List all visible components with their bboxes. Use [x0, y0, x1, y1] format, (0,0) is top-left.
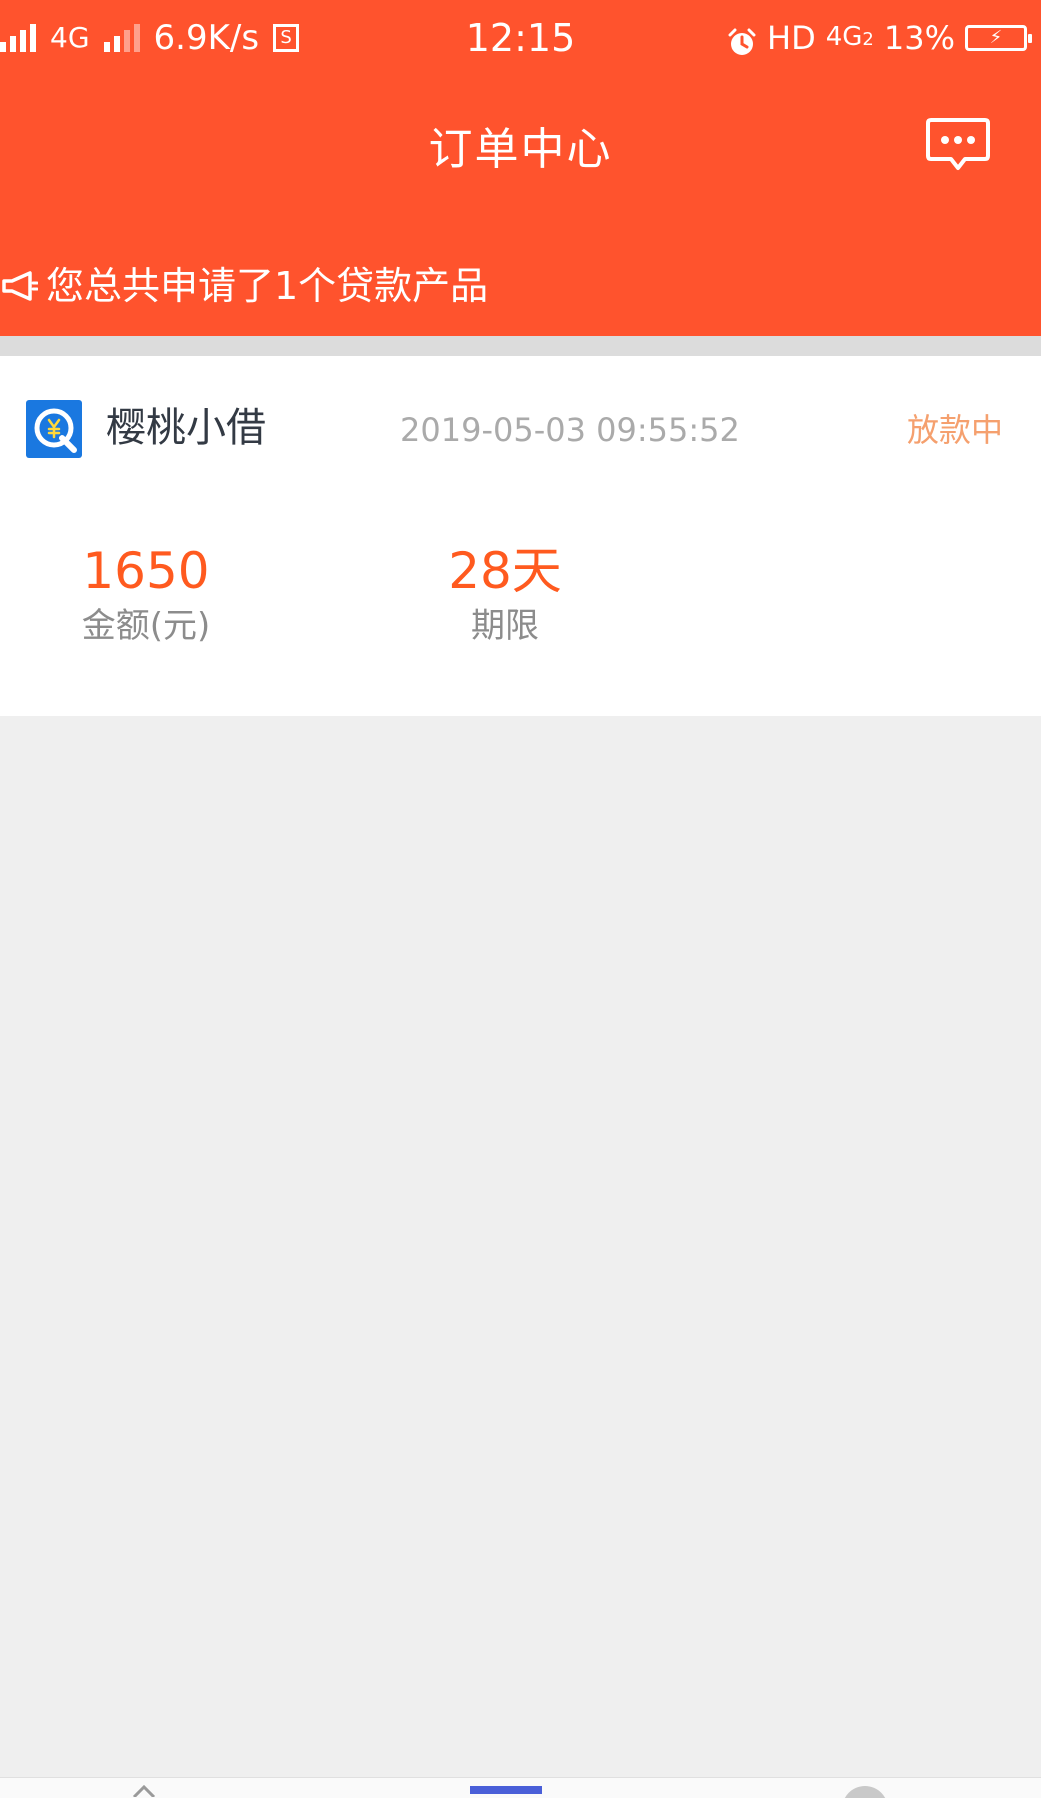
amount-stat: 1650 金额(元): [36, 540, 256, 650]
alarm-icon: [727, 23, 757, 55]
message-button[interactable]: [925, 116, 991, 176]
cherry-loan-logo-icon: [26, 400, 82, 458]
order-time: 2019-05-03 09:55:52: [400, 411, 740, 449]
amount-label: 金额(元): [81, 606, 211, 646]
notice-bar: 您总共申请了1个贷款产品: [0, 256, 488, 316]
order-card[interactable]: 樱桃小借 2019-05-03 09:55:52 放款中 1650 金额(元) …: [0, 356, 1041, 716]
term-value: 28天: [448, 542, 562, 600]
tab-me-icon[interactable]: [842, 1786, 888, 1798]
network-type-right-sub: 2: [862, 28, 874, 50]
chat-bubble-icon: [926, 118, 990, 170]
battery-charging-icon: ⚡: [965, 25, 1032, 51]
status-bar: 4G 6.9K/s S 12:15 HD 4G2 13% ⚡: [0, 0, 1041, 76]
network-type-right-label: 4G: [825, 21, 863, 52]
network-type-right: 4G2: [826, 13, 874, 64]
product-name: 樱桃小借: [106, 405, 266, 451]
status-badge: 放款中: [906, 411, 1003, 449]
tab-orders-icon[interactable]: [470, 1786, 542, 1794]
bottom-tab-bar: [0, 1777, 1041, 1798]
notice-text: 您总共申请了1个贷款产品: [46, 264, 489, 308]
amount-value: 1650: [82, 542, 210, 600]
term-label: 期限: [471, 606, 539, 646]
megaphone-icon: [2, 271, 38, 301]
page-title: 订单中心: [428, 124, 613, 175]
battery-percent: 13%: [883, 19, 955, 57]
tab-home-icon[interactable]: [132, 1782, 156, 1798]
section-divider: [0, 336, 1041, 356]
status-bar-right: HD 4G2 13% ⚡: [727, 13, 1032, 64]
hd-label: HD: [767, 19, 816, 57]
app-header: 订单中心 您总共申请了1个贷款产品: [0, 76, 1041, 336]
term-stat: 28天 期限: [395, 540, 615, 650]
